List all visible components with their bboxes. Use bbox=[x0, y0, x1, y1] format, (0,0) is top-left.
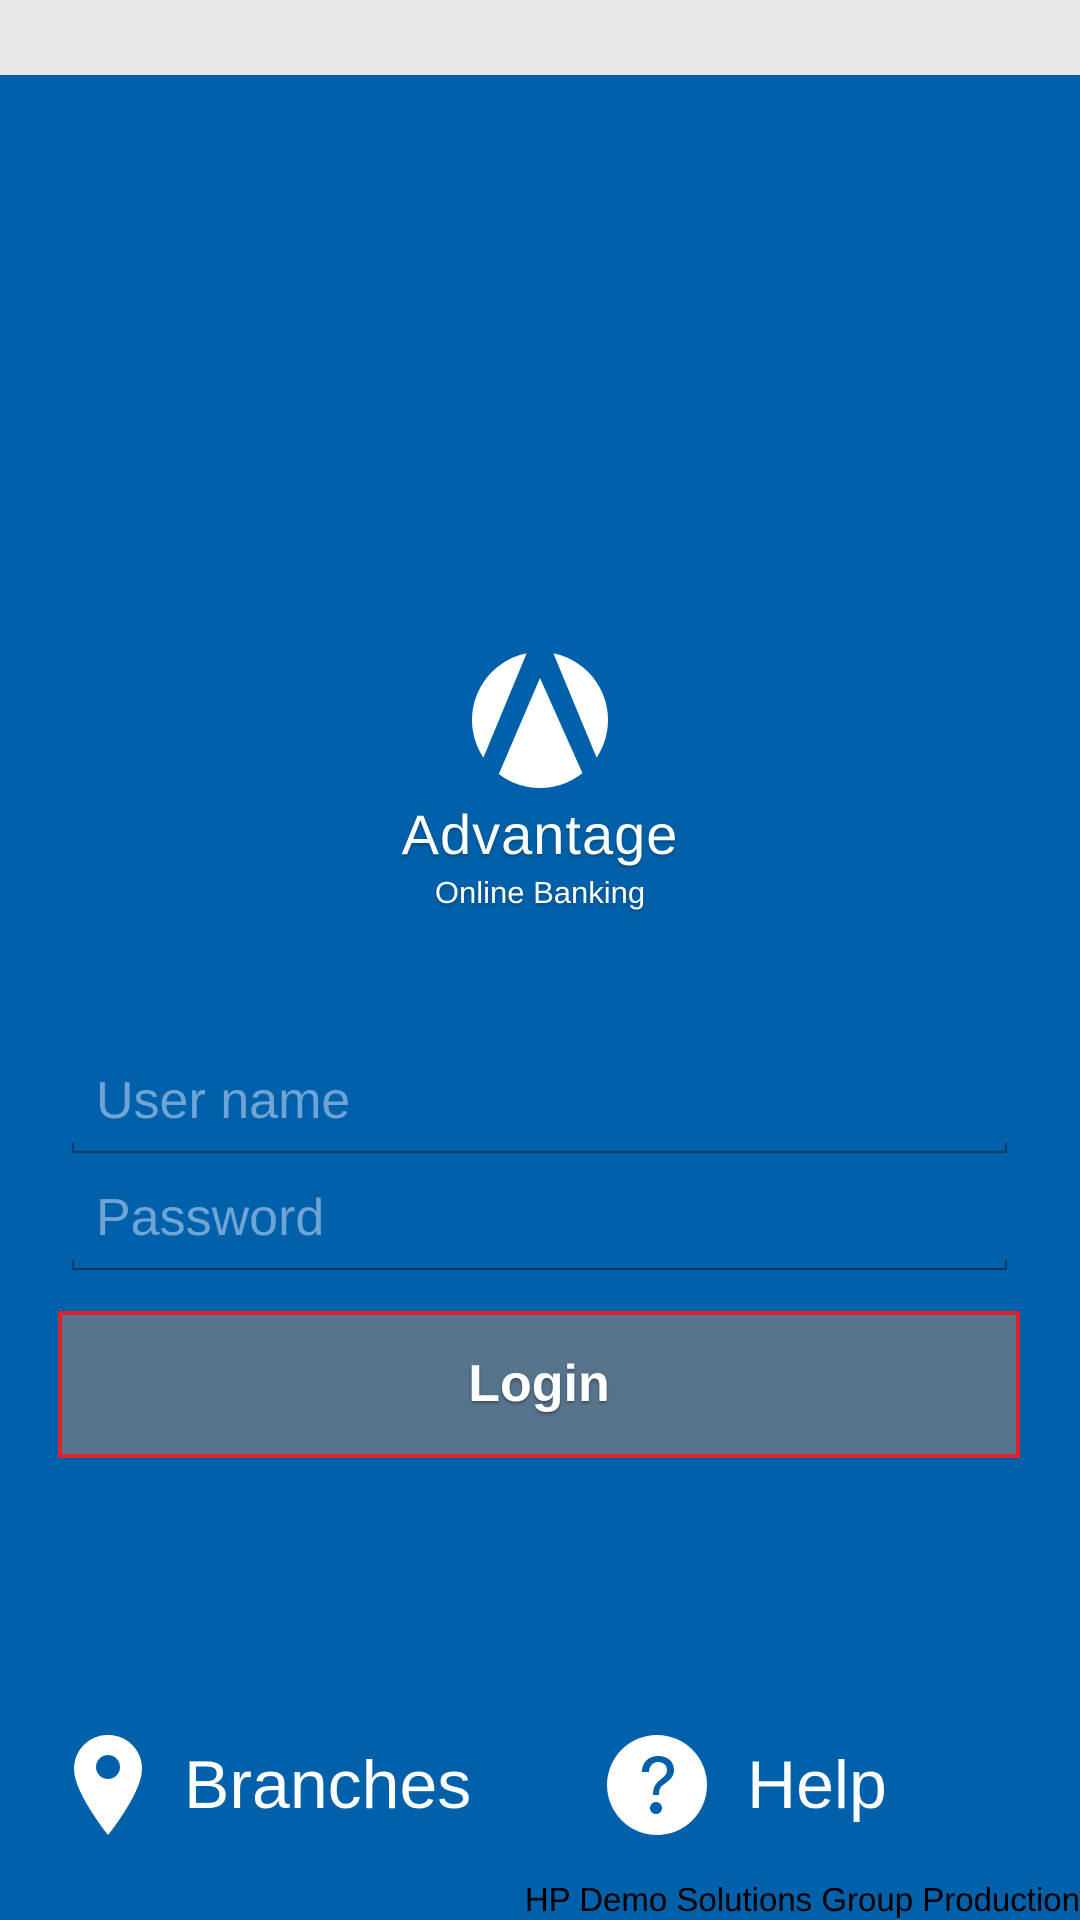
help-link[interactable]: Help bbox=[607, 1730, 887, 1840]
password-field[interactable] bbox=[72, 1170, 1007, 1270]
advantage-logo-icon bbox=[470, 650, 610, 790]
login-button[interactable]: Login bbox=[58, 1311, 1020, 1458]
username-input[interactable] bbox=[96, 1053, 976, 1149]
help-label: Help bbox=[747, 1747, 887, 1823]
brand-name: Advantage bbox=[401, 803, 679, 866]
question-circle-icon bbox=[607, 1735, 707, 1835]
brand-logo-block: Advantage Online Banking bbox=[0, 650, 1080, 911]
password-input[interactable] bbox=[96, 1170, 976, 1266]
login-screen: Advantage Online Banking Login Branches … bbox=[0, 0, 1080, 1920]
map-pin-icon bbox=[74, 1735, 142, 1835]
username-field[interactable] bbox=[72, 1053, 1007, 1153]
brand-subtitle: Online Banking bbox=[434, 875, 646, 910]
branches-label: Branches bbox=[184, 1747, 472, 1823]
footer-credit: HP Demo Solutions Group Production bbox=[524, 1881, 1080, 1918]
branches-link[interactable]: Branches bbox=[72, 1730, 471, 1840]
status-bar bbox=[0, 0, 1080, 75]
